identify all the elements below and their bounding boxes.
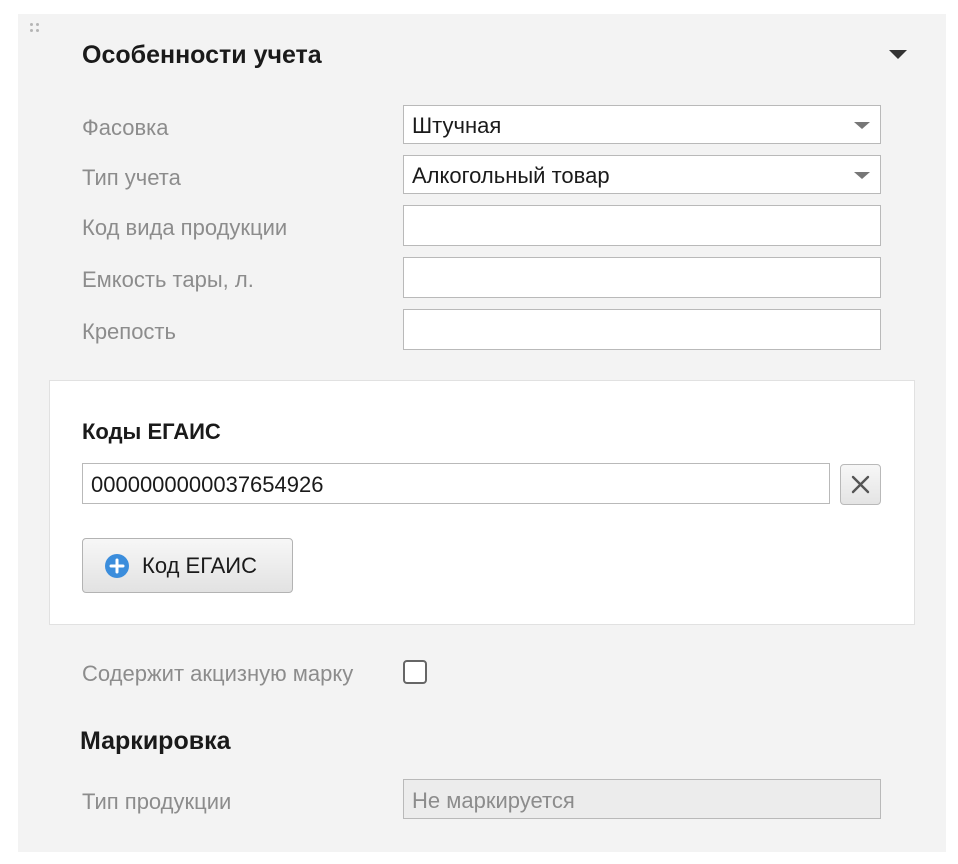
product-kind-code-input[interactable] xyxy=(403,205,881,246)
close-icon xyxy=(851,475,870,494)
accounting-type-select[interactable]: Алкогольный товар xyxy=(403,155,881,194)
egais-codes-title: Коды ЕГАИС xyxy=(82,419,221,444)
product-type-value: Не маркируется xyxy=(412,788,575,813)
packaging-select[interactable]: Штучная xyxy=(403,105,881,144)
container-volume-input[interactable] xyxy=(403,257,881,298)
packaging-label: Фасовка xyxy=(82,115,169,140)
packaging-value: Штучная xyxy=(412,113,502,138)
product-kind-code-label: Код вида продукции xyxy=(82,215,288,240)
chevron-down-icon xyxy=(854,172,870,179)
product-type-field: Не маркируется xyxy=(403,779,881,819)
section-title: Особенности учета xyxy=(82,41,322,69)
remove-egais-code-button[interactable] xyxy=(840,464,881,505)
excise-stamp-label: Содержит акцизную марку xyxy=(82,661,354,686)
drag-handle-icon[interactable] xyxy=(30,23,42,35)
product-type-label: Тип продукции xyxy=(82,789,232,814)
marking-title: Маркировка xyxy=(80,727,231,755)
add-egais-code-button[interactable]: Код ЕГАИС xyxy=(82,538,293,593)
collapse-triangle-icon[interactable] xyxy=(889,50,907,59)
container-volume-label: Емкость тары, л. xyxy=(82,267,254,292)
egais-code-input[interactable]: 0000000000037654926 xyxy=(82,463,830,504)
egais-code-value: 0000000000037654926 xyxy=(91,472,324,497)
accounting-type-label: Тип учета xyxy=(82,165,181,190)
strength-input[interactable] xyxy=(403,309,881,350)
accounting-type-value: Алкогольный товар xyxy=(412,163,610,188)
chevron-down-icon xyxy=(854,122,870,129)
strength-label: Крепость xyxy=(82,319,176,344)
plus-circle-icon xyxy=(105,554,129,578)
excise-stamp-checkbox[interactable] xyxy=(403,660,427,684)
add-egais-code-label: Код ЕГАИС xyxy=(142,553,258,578)
